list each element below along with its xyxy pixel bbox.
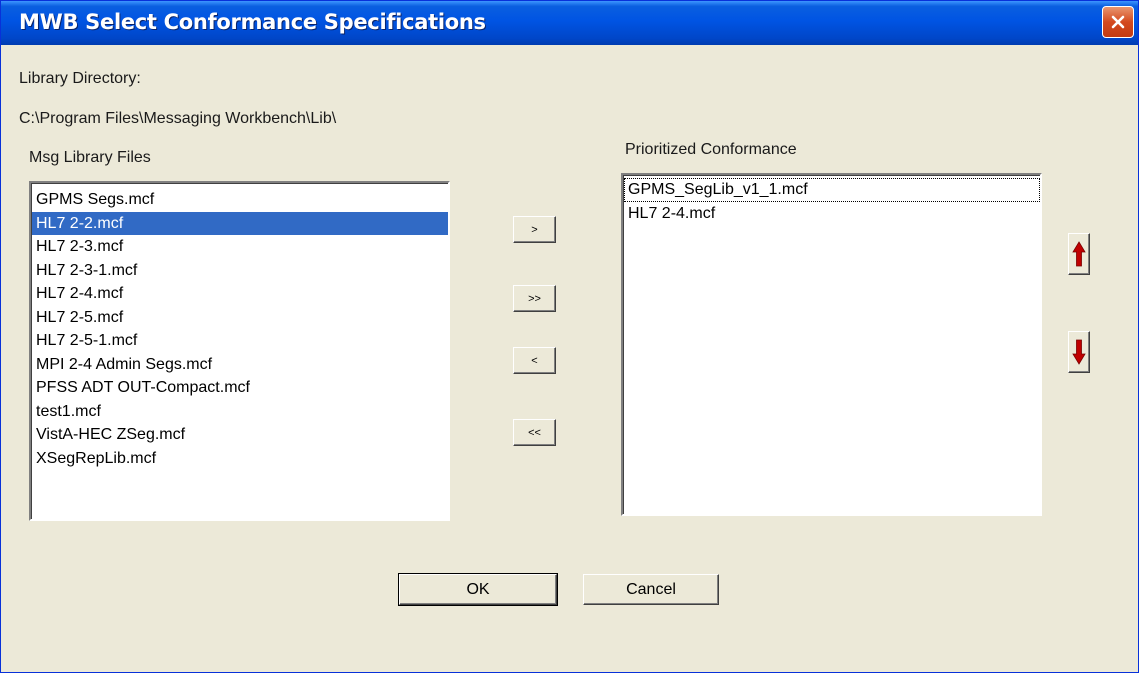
window-title: MWB Select Conformance Specifications [19,10,486,34]
prioritized-conformance-listbox[interactable]: GPMS_SegLib_v1_1.mcf HL7 2-4.mcf [621,173,1042,516]
msg-library-item[interactable]: HL7 2-4.mcf [32,282,448,306]
msg-library-item[interactable]: HL7 2-3-1.mcf [32,259,448,283]
dialog-window: MWB Select Conformance Specifications Li… [0,0,1139,673]
msg-library-item[interactable]: PFSS ADT OUT-Compact.mcf [32,376,448,400]
msg-library-item[interactable]: VistA-HEC ZSeg.mcf [32,423,448,447]
msg-library-item[interactable]: HL7 2-5-1.mcf [32,329,448,353]
title-bar[interactable]: MWB Select Conformance Specifications [1,1,1138,45]
msg-library-item[interactable]: HL7 2-5.mcf [32,306,448,330]
move-up-button[interactable] [1068,233,1090,275]
add-all-label: >> [528,292,541,305]
ok-label: OK [466,580,490,598]
msg-library-item[interactable]: HL7 2-3.mcf [32,235,448,259]
library-directory-label: Library Directory: [19,70,141,87]
msg-library-item[interactable]: GPMS Segs.mcf [32,188,448,212]
remove-all-button[interactable]: << [513,419,556,446]
msg-library-item[interactable]: test1.mcf [32,400,448,424]
close-button[interactable] [1102,6,1134,38]
prioritized-item[interactable]: GPMS_SegLib_v1_1.mcf [624,178,1040,202]
red-down-arrow-icon [1072,339,1086,365]
cancel-label: Cancel [626,580,676,598]
ok-button[interactable]: OK [398,573,558,606]
msg-library-files-label: Msg Library Files [29,149,151,166]
add-selected-label: > [531,223,538,236]
remove-all-label: << [528,426,541,439]
msg-library-listbox[interactable]: GPMS Segs.mcf HL7 2-2.mcf HL7 2-3.mcf HL7 2… [29,181,450,521]
prioritized-item[interactable]: HL7 2-4.mcf [624,202,1040,226]
msg-library-item[interactable]: XSegRepLib.mcf [32,447,448,471]
remove-selected-button[interactable]: < [513,347,556,374]
add-all-button[interactable]: >> [513,285,556,312]
close-icon [1111,15,1125,29]
library-directory-path: C:\Program Files\Messaging Workbench\Lib… [19,110,337,127]
add-selected-button[interactable]: > [513,216,556,243]
remove-selected-label: < [531,354,538,367]
red-up-arrow-icon [1072,241,1086,267]
move-down-button[interactable] [1068,331,1090,373]
prioritized-conformance-label: Prioritized Conformance [625,141,797,158]
msg-library-item[interactable]: HL7 2-2.mcf [32,211,448,235]
cancel-button[interactable]: Cancel [583,574,719,605]
msg-library-item[interactable]: MPI 2-4 Admin Segs.mcf [32,353,448,377]
